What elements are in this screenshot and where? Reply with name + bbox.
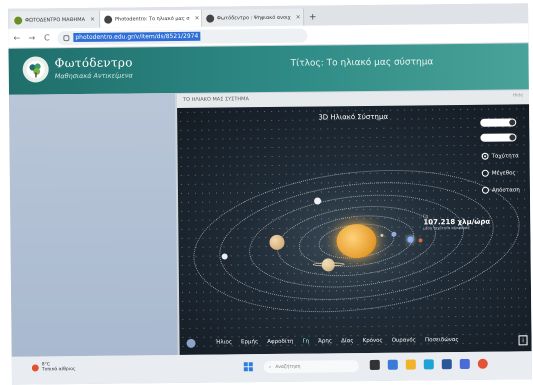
search-placeholder: Αναζήτηση: [275, 364, 301, 370]
option-label: Μέγεθος: [491, 169, 516, 177]
windows-taskbar: 8°C Τοπικά αίθριος ⌕ Αναζήτηση: [11, 351, 532, 385]
site-brand[interactable]: Φωτόδεντρο: [55, 55, 133, 70]
site-header: Φωτόδεντρο Μαθησιακά Αντικείμενα Τίτλος:…: [8, 43, 529, 95]
planet-earth[interactable]: [407, 236, 414, 243]
planet-menu-item[interactable]: Ερμής: [241, 339, 258, 345]
solar-system-app[interactable]: 3D Ηλιακό Σύστημα Ταχύτητα Μέγεθος Απόστ…: [177, 104, 532, 355]
favicon-icon: [103, 15, 113, 24]
close-tab-icon[interactable]: ×: [296, 14, 301, 21]
store-icon[interactable]: [441, 359, 452, 370]
url-input[interactable]: photodentro.edu.gr/v/item/ds/8521/2974: [57, 28, 308, 45]
browser-tab[interactable]: Φωτόδεντρο : Ψηφιακό ανοιχ ×: [201, 8, 305, 27]
tab-label: Φωτόδεντρο : Ψηφιακό ανοιχ: [216, 14, 291, 22]
close-tab-icon[interactable]: ×: [194, 15, 199, 22]
chrome-icon[interactable]: [477, 358, 488, 369]
favicon-icon: [205, 14, 215, 23]
tree-logo-icon: [26, 60, 45, 79]
planet-mars[interactable]: [418, 238, 423, 243]
taskbar-search-input[interactable]: ⌕ Αναζήτηση: [263, 360, 359, 374]
info-button[interactable]: i: [518, 335, 528, 346]
page-title: Τίτλος: Το ηλιακό μας σύστημα: [290, 57, 434, 69]
radio-checked-icon: [481, 152, 489, 160]
toggle-switch[interactable]: [480, 133, 517, 142]
planet-menu-item-selected[interactable]: Γη: [302, 339, 309, 345]
monitor-screen: ΦΩΤΟΔΕΝΤΡΟ ΜΑΘΗΜΑ × Photodentro: Το ηλια…: [8, 3, 532, 385]
reload-button[interactable]: C: [42, 33, 51, 42]
option-size[interactable]: Μέγεθος: [481, 169, 516, 177]
radio-icon: [481, 169, 489, 177]
planet-neptune[interactable]: [221, 253, 228, 260]
tab-label: ΦΩΤΟΔΕΝΤΡΟ ΜΑΘΗΜΑ: [25, 16, 86, 24]
browser-tab[interactable]: ΦΩΤΟΔΕΝΤΡΟ ΜΑΘΗΜΑ ×: [10, 10, 101, 29]
taskbar-apps: [369, 358, 488, 370]
edge-browser-icon[interactable]: [423, 359, 434, 370]
toggle-knob: [509, 119, 516, 126]
browser-tab-active[interactable]: Photodentro: Το ηλιακό μας σ ×: [99, 9, 203, 28]
windows-start-icon[interactable]: [243, 362, 253, 372]
photo-frame: ΦΩΤΟΔΕΝΤΡΟ ΜΑΘΗΜΑ × Photodentro: Το ηλια…: [0, 0, 533, 385]
forward-button[interactable]: →: [27, 33, 36, 42]
toggle-switch[interactable]: [480, 118, 517, 127]
close-tab-icon[interactable]: ×: [90, 16, 95, 23]
back-button[interactable]: ←: [12, 34, 21, 43]
search-icon: ⌕: [268, 364, 272, 371]
weather-desc: Τοπικά αίθριος: [41, 367, 76, 373]
hide-button[interactable]: Hide: [513, 93, 523, 98]
planet-uranus[interactable]: [314, 197, 322, 205]
option-speed[interactable]: Ταχύτητα: [481, 152, 519, 160]
url-text: photodentro.edu.gr/v/item/ds/8521/2974: [73, 31, 201, 43]
planet-menu-item[interactable]: Ποσειδώνας: [425, 337, 459, 343]
site-tagline: Μαθησιακά Αντικείμενα: [54, 71, 133, 81]
fullscreen-icon[interactable]: [186, 338, 196, 348]
planet-menu-item[interactable]: Άρης: [318, 338, 332, 344]
photodentro-logo[interactable]: [22, 56, 49, 83]
site-info-icon[interactable]: [63, 34, 70, 41]
toggle-knob: [509, 134, 516, 141]
widgets-icon[interactable]: [387, 359, 398, 370]
weather-widget[interactable]: 8°C Τοπικά αίθριος: [31, 362, 76, 373]
planet-info-subtitle: μέση ταχύτητα περιφοράς: [423, 225, 470, 231]
tab-label: Photodentro: Το ηλιακό μας σ: [114, 15, 190, 23]
side-panel: [8, 92, 178, 357]
teams-icon[interactable]: [459, 358, 470, 370]
new-tab-button[interactable]: +: [304, 8, 322, 25]
planet-info-label: Γη 107.218 χλμ/ώρα μέση ταχύτητα περιφορ…: [423, 213, 490, 231]
planet-mercury[interactable]: [380, 233, 384, 237]
app-label: ΤΟ ΗΛΙΑΚΟ ΜΑΣ ΣΥΣΤΗΜΑ: [182, 96, 249, 103]
planet-menu-item[interactable]: Ήλιος: [216, 339, 233, 345]
planet-menu-item[interactable]: Δίας: [341, 338, 354, 344]
weather-icon: [31, 363, 39, 372]
option-label: Ταχύτητα: [491, 152, 519, 160]
favicon-icon: [14, 16, 23, 25]
file-explorer-icon[interactable]: [405, 359, 416, 370]
task-view-icon[interactable]: [369, 359, 380, 370]
planet-jupiter[interactable]: [269, 234, 285, 251]
planet-menu-item[interactable]: Κρόνος: [363, 338, 383, 344]
planet-venus[interactable]: [391, 231, 397, 237]
planet-menu-item[interactable]: Ουρανός: [392, 337, 416, 343]
planet-menu-item[interactable]: Αφροδίτη: [267, 339, 293, 345]
